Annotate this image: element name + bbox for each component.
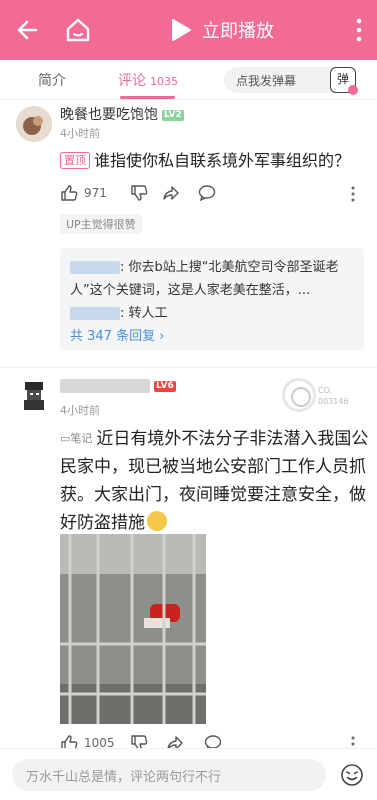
reply-item: : 转人工: [70, 302, 354, 325]
username-text: 晚餐也要吃饱饱: [60, 107, 158, 123]
reply-icon[interactable]: [198, 184, 216, 202]
play-now-button[interactable]: 立即播放: [170, 15, 274, 45]
view-all-replies-link[interactable]: 共 347 条回复 ›: [70, 325, 354, 348]
cage-photo: [60, 534, 206, 724]
reply-preview[interactable]: : 你去b站上搜“北美航空司令部圣诞老人”这个关键词，这是人家老美在整活，...…: [60, 248, 364, 350]
tab-comments[interactable]: 评论 1035: [118, 70, 178, 90]
comment-input[interactable]: 万水千山总是情，评论两句行不行: [12, 759, 326, 791]
blurred-username: [70, 261, 120, 274]
comment-username[interactable]: LV6: [60, 378, 176, 394]
comment-text: 置顶 谁指使你私自联系境外军事组织的？: [60, 147, 365, 174]
blurred-username: [70, 307, 120, 320]
comment-divider: [0, 367, 377, 368]
comment-body: 近日有境外不法分子非法潜入我国公民家中，现已被当地公安部门工作人员抓获。大家出门…: [60, 429, 369, 533]
comment-text: ▭笔记 近日有境外不法分子非法潜入我国公民家中，现已被当地公安部门工作人员抓获。大…: [60, 425, 370, 537]
pinned-badge: 置顶: [60, 152, 90, 169]
like-count: 971: [84, 186, 107, 200]
note-label: 笔记: [70, 432, 93, 445]
like-icon[interactable]: [60, 184, 78, 202]
avatar-image: [16, 106, 52, 142]
comment-time: 4小时前: [60, 404, 100, 417]
blurred-username: [60, 379, 150, 393]
comment-time: 4小时前: [60, 127, 100, 140]
tab-active-indicator: [120, 96, 175, 99]
badge-line: CO.: [318, 386, 333, 395]
comment-input-bar: 万水千山总是情，评论两句行不行: [0, 748, 377, 800]
share-icon[interactable]: [162, 184, 180, 202]
avatar[interactable]: [16, 106, 52, 142]
note-icon: ▭: [60, 432, 71, 445]
top-bar: 立即播放: [0, 0, 377, 60]
play-icon: [172, 19, 191, 41]
comment-username[interactable]: 晚餐也要吃饱饱 LV2: [60, 104, 184, 124]
avatar-image: [24, 382, 44, 410]
comment-body: 谁指使你私自联系境外军事组织的？: [94, 151, 351, 170]
danmaku-toggle-icon[interactable]: 弹: [330, 67, 358, 95]
cat-emoji-icon: [147, 511, 167, 531]
level-badge: LV6: [154, 380, 176, 392]
fan-badge-text: CO. 003146: [318, 385, 349, 407]
reply-text: : 转人工: [120, 306, 168, 321]
dislike-icon[interactable]: [130, 184, 148, 202]
play-now-label: 立即播放: [202, 21, 274, 42]
danmaku-icon-label: 弹: [336, 72, 349, 86]
comment-image[interactable]: [60, 534, 206, 724]
fan-badge-icon: [282, 378, 316, 412]
tab-comments-label: 评论: [118, 73, 146, 89]
avatar[interactable]: [16, 378, 52, 414]
badge-line: 003146: [318, 397, 349, 406]
reply-item: : 你去b站上搜“北美航空司令部圣诞老人”这个关键词，这是人家老美在整活，...: [70, 256, 354, 302]
danmaku-on-dot: [348, 85, 358, 95]
back-arrow-icon[interactable]: [14, 16, 42, 44]
emoji-icon[interactable]: [340, 763, 364, 787]
home-icon[interactable]: [64, 16, 92, 44]
more-vertical-icon[interactable]: [350, 186, 356, 202]
level-badge: LV2: [162, 109, 184, 121]
tab-intro[interactable]: 简介: [38, 70, 66, 90]
note-tag: ▭笔记: [60, 425, 92, 453]
up-liked-badge: UP主觉得很赞: [60, 214, 142, 234]
comment-count: 1035: [150, 75, 178, 88]
comment-actions: 971: [60, 184, 365, 206]
more-vertical-icon[interactable]: [355, 18, 363, 42]
